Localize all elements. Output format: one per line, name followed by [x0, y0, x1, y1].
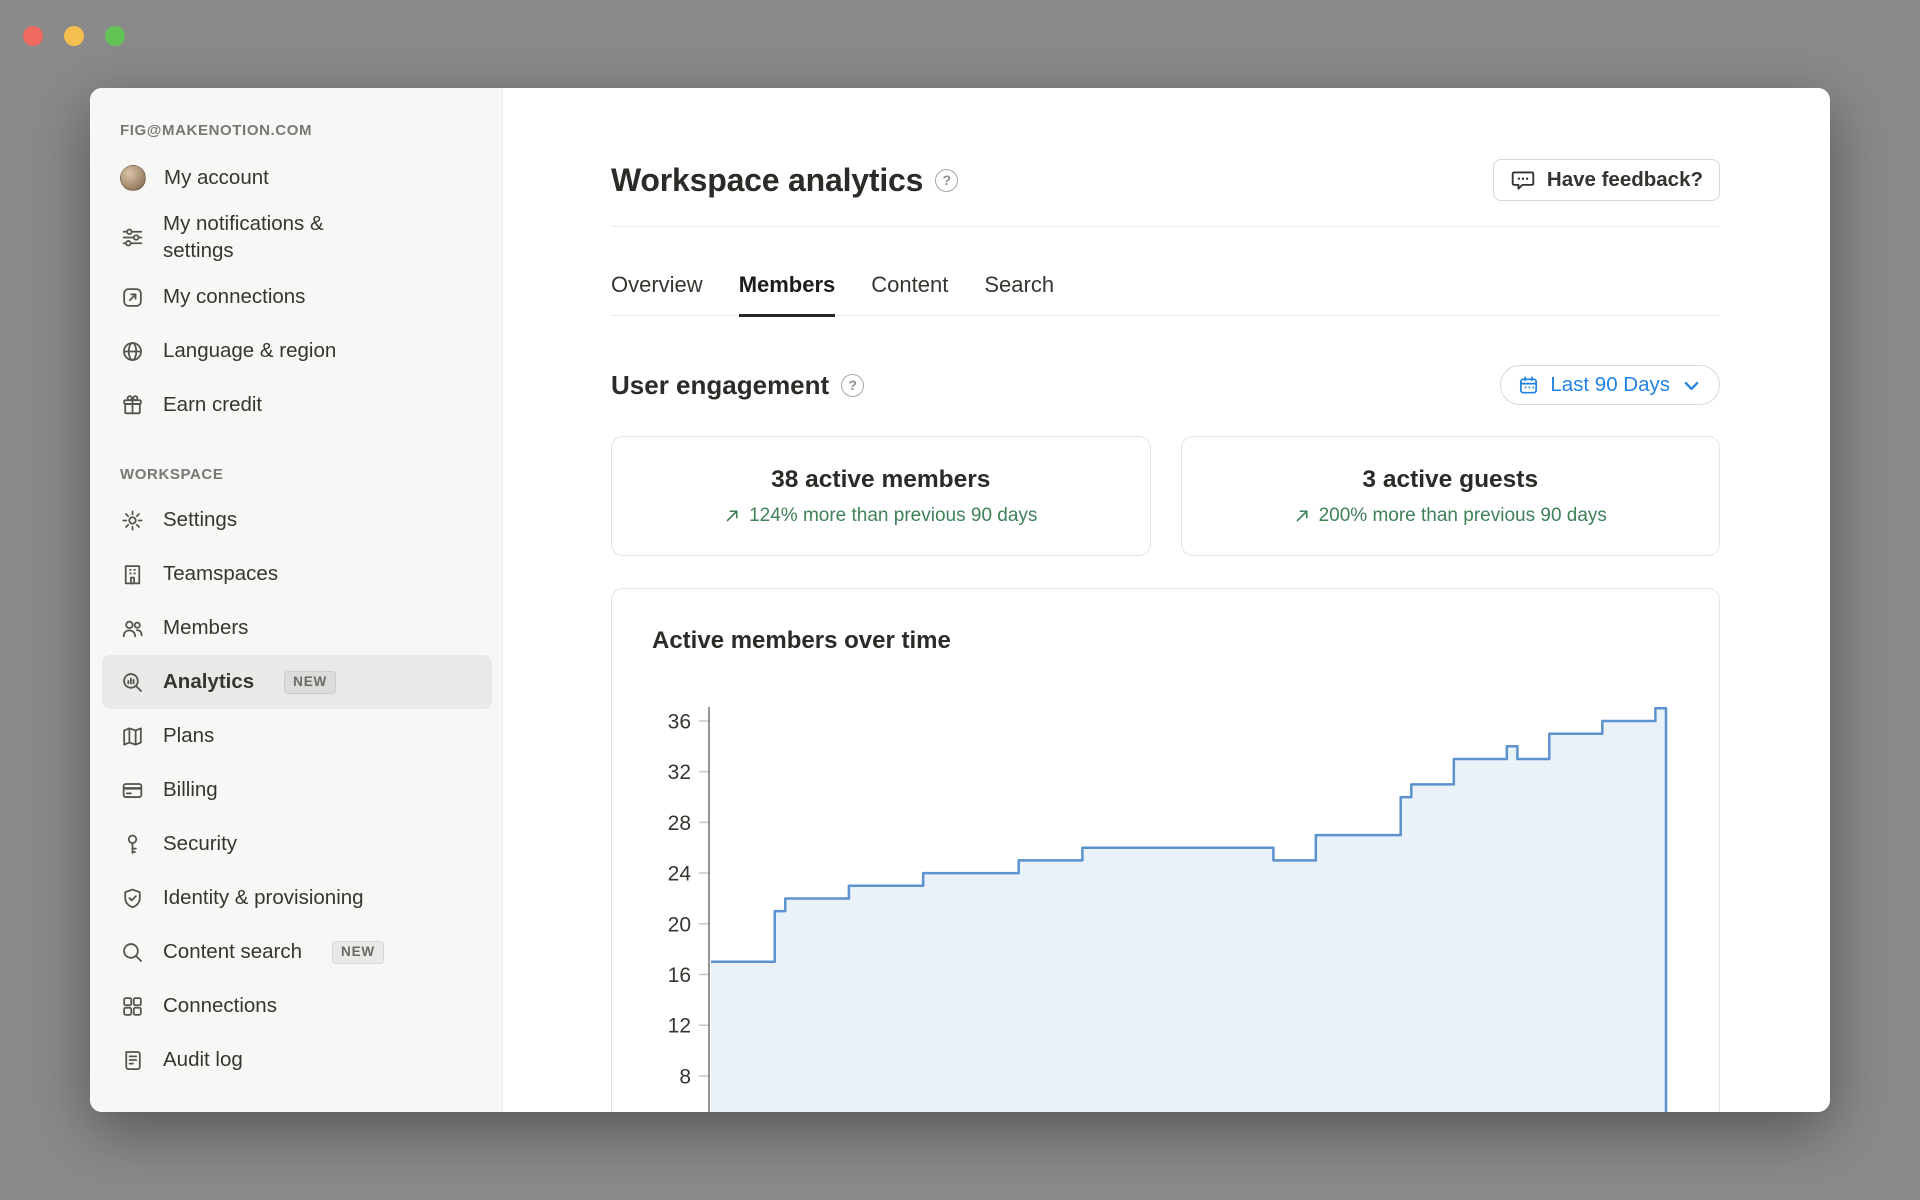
tab-search[interactable]: Search	[984, 272, 1054, 317]
svg-text:8: 8	[679, 1065, 691, 1088]
date-range-dropdown[interactable]: Last 90 Days	[1500, 365, 1720, 405]
feedback-button-label: Have feedback?	[1547, 168, 1703, 192]
active-guests-stat-card: 3 active guests 200% more than previous …	[1181, 436, 1721, 556]
close-button[interactable]	[23, 26, 43, 46]
active-members-area-chart: 36 32 28 24 20 16 12 8	[612, 589, 1721, 1112]
sidebar-item-settings[interactable]: Settings	[102, 493, 492, 547]
analytics-icon	[120, 670, 145, 695]
new-badge: NEW	[332, 941, 384, 964]
sidebar-item-label: My account	[164, 165, 269, 192]
chevron-down-icon	[1680, 374, 1703, 397]
sidebar-item-identity-provisioning[interactable]: Identity & provisioning	[102, 871, 492, 925]
tab-overview[interactable]: Overview	[611, 272, 703, 317]
svg-text:20: 20	[668, 913, 691, 936]
sidebar-item-label: Plans	[163, 723, 214, 750]
audit-log-icon	[120, 1048, 145, 1073]
new-badge: NEW	[284, 671, 336, 694]
sidebar-item-label: Security	[163, 831, 237, 858]
sidebar-item-my-connections[interactable]: My connections	[102, 270, 492, 324]
grid-icon	[120, 994, 145, 1019]
sidebar-item-language-region[interactable]: Language & region	[102, 324, 492, 378]
user-engagement-heading: User engagement	[611, 370, 829, 401]
sidebar-item-notifications-settings[interactable]: My notifications & settings	[102, 205, 492, 270]
sidebar-item-label: Members	[163, 615, 248, 642]
calendar-icon	[1517, 374, 1540, 397]
shield-check-icon	[120, 886, 145, 911]
sidebar-item-security[interactable]: Security	[102, 817, 492, 871]
settings-dialog: FIG@MAKENOTION.COM My account My notific…	[90, 88, 1830, 1112]
svg-text:12: 12	[668, 1015, 691, 1038]
trend-up-icon	[1294, 507, 1311, 524]
sidebar-item-content-search[interactable]: Content search NEW	[102, 925, 492, 979]
credit-card-icon	[120, 778, 145, 803]
sidebar-item-label: My notifications & settings	[163, 211, 388, 264]
settings-sidebar: FIG@MAKENOTION.COM My account My notific…	[90, 88, 503, 1112]
stat-delta-text: 200% more than previous 90 days	[1319, 505, 1607, 527]
sidebar-item-label: Audit log	[163, 1047, 243, 1074]
search-icon	[120, 940, 145, 965]
sidebar-item-label: Connections	[163, 993, 277, 1020]
date-range-label: Last 90 Days	[1550, 373, 1670, 397]
map-icon	[120, 724, 145, 749]
speech-bubble-icon	[1510, 167, 1536, 193]
tab-content[interactable]: Content	[871, 272, 948, 317]
svg-text:28: 28	[668, 812, 691, 835]
gift-icon	[120, 393, 145, 418]
trend-up-icon	[724, 507, 741, 524]
sidebar-item-connections[interactable]: Connections	[102, 979, 492, 1033]
tab-members[interactable]: Members	[739, 272, 836, 317]
help-icon[interactable]: ?	[841, 374, 864, 397]
sidebar-item-my-account[interactable]: My account	[102, 151, 492, 205]
sidebar-item-label: Earn credit	[163, 392, 262, 419]
stat-value: 3 active guests	[1362, 466, 1538, 494]
arrow-out-box-icon	[120, 285, 145, 310]
account-email: FIG@MAKENOTION.COM	[120, 122, 502, 139]
sidebar-item-label: Teamspaces	[163, 561, 278, 588]
analytics-tabs: Overview Members Content Search	[611, 227, 1720, 316]
sidebar-item-label: Settings	[163, 507, 237, 534]
sidebar-item-label: Analytics	[163, 669, 254, 696]
key-icon	[120, 832, 145, 857]
sliders-icon	[120, 225, 145, 250]
page-title: Workspace analytics	[611, 162, 923, 199]
stat-value: 38 active members	[771, 466, 990, 494]
window-controls	[23, 26, 125, 46]
minimize-button[interactable]	[64, 26, 84, 46]
workspace-section-heading: WORKSPACE	[120, 466, 502, 483]
have-feedback-button[interactable]: Have feedback?	[1493, 159, 1720, 201]
help-icon[interactable]: ?	[935, 169, 958, 192]
stat-delta-text: 124% more than previous 90 days	[749, 505, 1037, 527]
gear-icon	[120, 508, 145, 533]
sidebar-item-label: Content search	[163, 939, 302, 966]
svg-text:36: 36	[668, 711, 691, 734]
sidebar-item-earn-credit[interactable]: Earn credit	[102, 378, 492, 432]
sidebar-item-billing[interactable]: Billing	[102, 763, 492, 817]
sidebar-item-label: Billing	[163, 777, 218, 804]
sidebar-item-teamspaces[interactable]: Teamspaces	[102, 547, 492, 601]
globe-icon	[120, 339, 145, 364]
sidebar-item-label: Language & region	[163, 338, 336, 365]
svg-text:16: 16	[668, 964, 691, 987]
active-members-stat-card: 38 active members 124% more than previou…	[611, 436, 1151, 556]
sidebar-item-plans[interactable]: Plans	[102, 709, 492, 763]
active-members-chart-card: Active members over time 363228242016128	[611, 588, 1720, 1112]
zoom-button[interactable]	[105, 26, 125, 46]
sidebar-item-analytics[interactable]: Analytics NEW	[102, 655, 492, 709]
svg-text:24: 24	[668, 863, 692, 886]
avatar	[120, 165, 146, 191]
sidebar-item-label: Identity & provisioning	[163, 885, 364, 912]
sidebar-item-audit-log[interactable]: Audit log	[102, 1033, 492, 1087]
people-icon	[120, 616, 145, 641]
sidebar-item-members[interactable]: Members	[102, 601, 492, 655]
building-icon	[120, 562, 145, 587]
sidebar-item-label: My connections	[163, 284, 305, 311]
svg-text:32: 32	[668, 761, 691, 784]
analytics-main-panel: Workspace analytics ? Have feedback? Ove…	[503, 88, 1830, 1112]
